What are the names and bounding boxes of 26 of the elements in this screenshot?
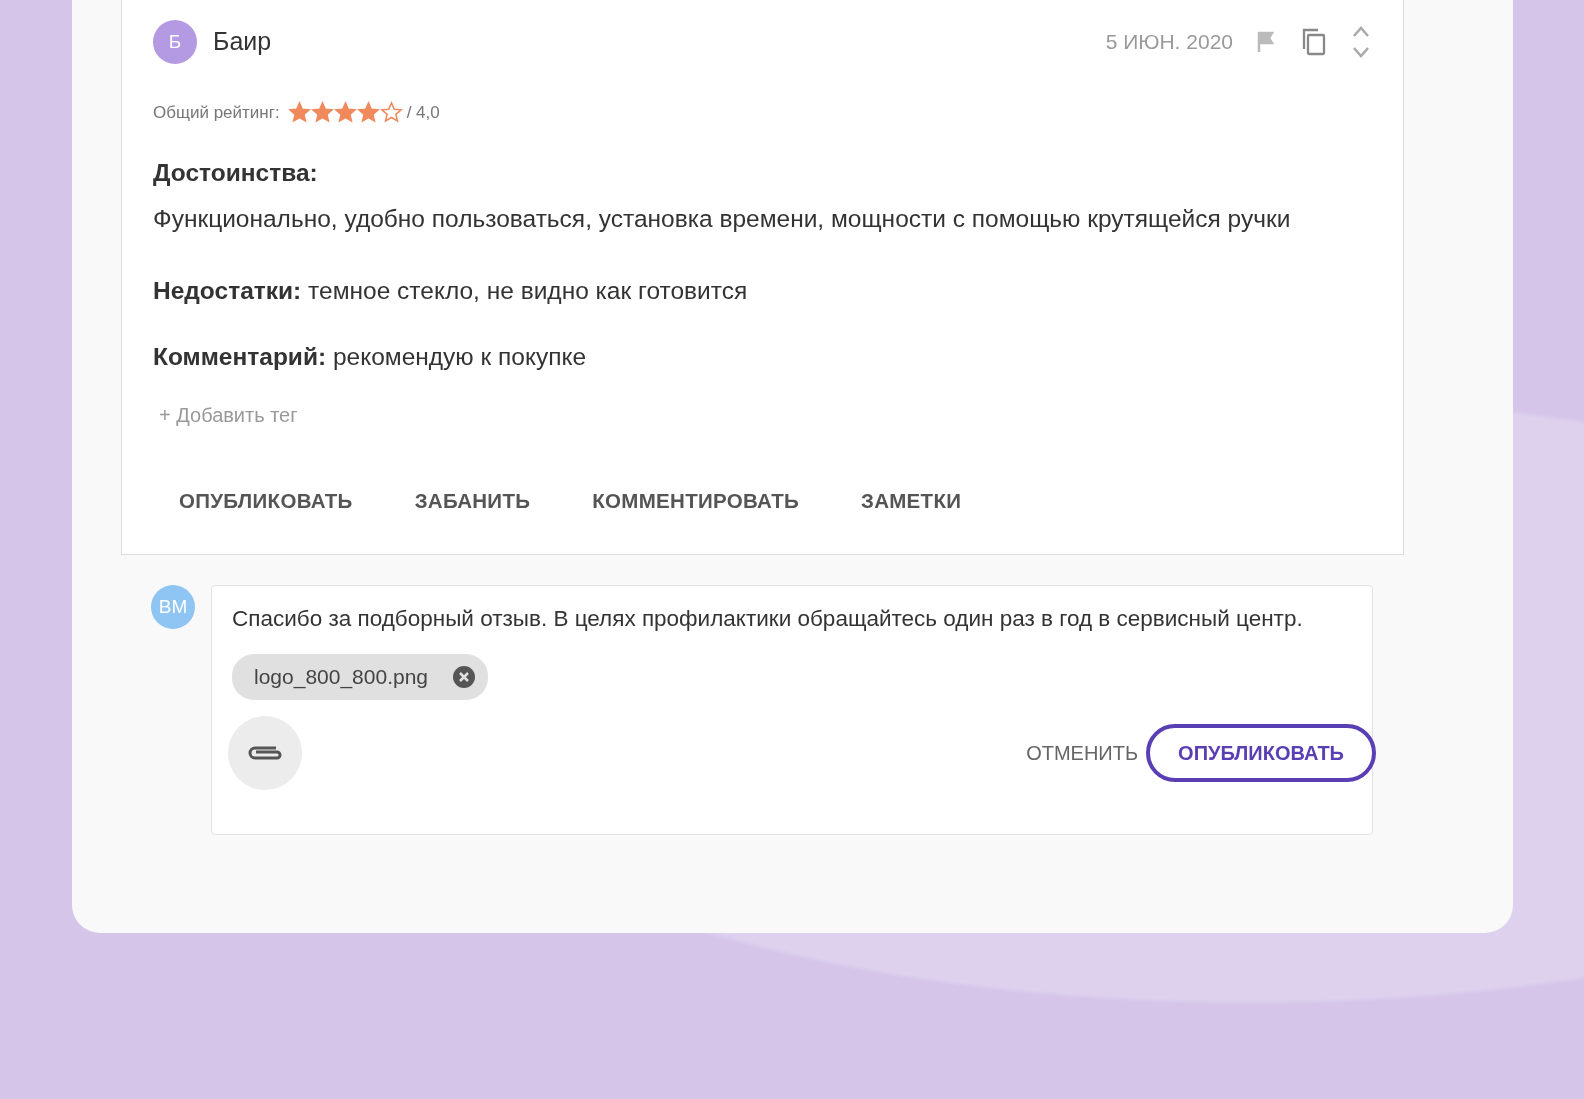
copy-icon[interactable] bbox=[1301, 28, 1327, 56]
remove-icon[interactable] bbox=[452, 665, 476, 689]
review-section: Недостатки: темное стекло, не видно как готовится bbox=[153, 272, 1371, 310]
action-button[interactable]: ОПУБЛИКОВАТЬ bbox=[153, 478, 379, 525]
author-name: Баир bbox=[213, 26, 272, 58]
reply-text[interactable]: Спасибо за подборный отзыв. В целях профилактики обращайтесь один раз в год в сервисный центр. bbox=[232, 600, 1372, 639]
rating-value: / 4,0 bbox=[406, 102, 440, 124]
star-outline-icon bbox=[379, 101, 403, 125]
sort-arrows-icon[interactable] bbox=[1351, 25, 1371, 59]
rating-label: Общий рейтинг: bbox=[153, 102, 280, 124]
star-icon bbox=[333, 101, 357, 125]
star-icon bbox=[287, 101, 311, 125]
attachment-name: logo_800_800.png bbox=[254, 664, 428, 691]
publish-button[interactable]: ОПУБЛИКОВАТЬ bbox=[1146, 723, 1376, 782]
action-button[interactable]: КОММЕНТИРОВАТЬ bbox=[566, 478, 825, 525]
star-icon bbox=[310, 101, 334, 125]
action-button[interactable]: ЗАБАНИТЬ bbox=[388, 478, 557, 525]
author-avatar: Б bbox=[153, 20, 197, 64]
action-button[interactable]: ЗАМЕТКИ bbox=[835, 478, 988, 525]
star-icon bbox=[356, 101, 380, 125]
flag-icon[interactable] bbox=[1257, 31, 1277, 53]
review-section: Достоинства: Функционально, удобно пользоваться, установка времени, мощности с помощью крутящейся ручки bbox=[153, 149, 1371, 243]
review-section: Комментарий: рекомендую к покупке bbox=[153, 339, 1371, 377]
replier-avatar: ВМ bbox=[151, 585, 195, 629]
cancel-button[interactable]: ОТМЕНИТЬ bbox=[1026, 737, 1139, 768]
review-date: 5 ИЮН. 2020 bbox=[1105, 29, 1233, 56]
